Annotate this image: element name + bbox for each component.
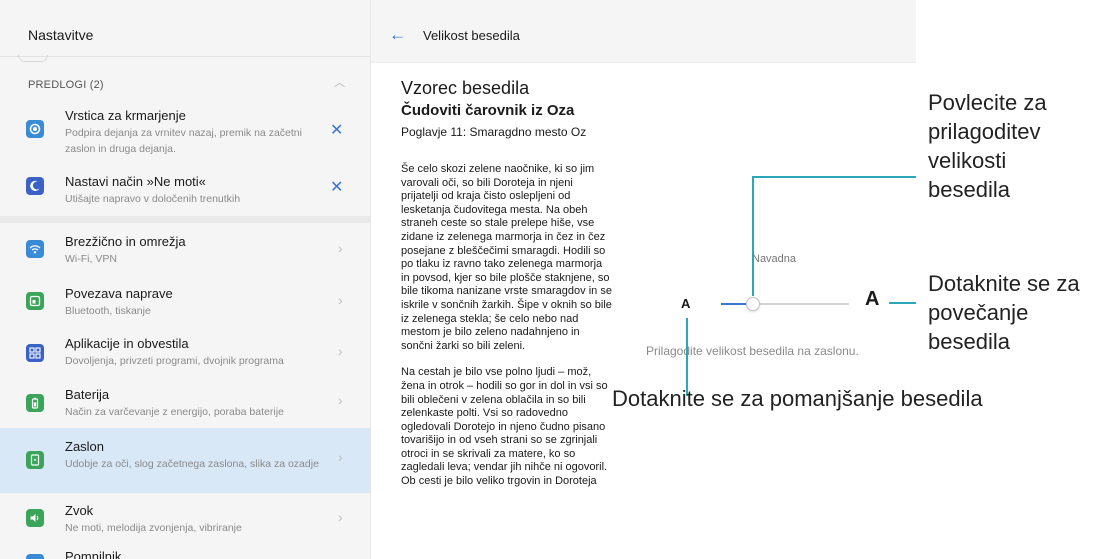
sample-book-title: Čudoviti čarovnik iz Oza [401,102,575,119]
slider-thumb[interactable] [746,297,760,311]
text-size-slider[interactable] [721,297,849,311]
suggestion-title: Nastavi način »Ne moti« [65,174,206,189]
device-connection-icon [26,292,44,310]
dismiss-close-icon[interactable]: ✕ [330,177,343,197]
chevron-right-icon: › [338,240,343,256]
suggestion-subtitle: Utišajte napravo v določenih trenutkih [65,193,241,205]
settings-item-subtitle: Način za varčevanje z energijo, poraba b… [65,406,284,418]
callout-line-drag-horizontal [752,176,916,178]
chevron-right-icon: › [338,509,343,525]
scrolled-item-edge [0,55,370,63]
callout-line-drag-vertical [752,176,754,296]
chevron-right-icon: › [338,392,343,408]
wifi-icon [26,240,44,258]
settings-item-subtitle: Wi-Fi, VPN [65,253,117,265]
settings-item-title: Povezava naprave [65,286,173,301]
sidebar-header: Nastavitve [0,0,370,60]
suggestion-navigation-bar[interactable]: Vrstica za krmarjenje Podpira dejanja za… [0,100,370,156]
settings-item-title: Pomnilnik [65,549,122,559]
suggestion-title: Vrstica za krmarjenje [65,108,186,123]
panel-header: ← Velikost besedila [371,0,916,63]
callout-increase: Dotaknite se za povečanje besedila [928,271,1080,354]
tablet-screen: Nastavitve PREDLOGI (2) ︿ Vrstica za krm… [0,0,916,559]
text-size-value-label: Navadna [752,253,797,265]
suggestion-subtitle: Podpira dejanja za vrnitev nazaj, premik… [65,127,302,155]
increase-text-size-button[interactable]: A [865,288,879,311]
settings-item-device-connection[interactable]: Povezava naprave Bluetooth, tiskanje › [0,276,370,328]
settings-item-sound[interactable]: Zvok Ne moti, melodija zvonjenja, vibrir… [0,495,370,545]
sample-paragraph: Na cestah je bilo vse polno ljudi – mož,… [401,366,608,488]
apps-icon [26,344,44,362]
chevron-right-icon: › [338,449,343,465]
settings-item-storage[interactable]: Pomnilnik [0,545,370,559]
search-bar-edge [18,55,48,62]
text-size-panel: ← Velikost besedila Vzorec besedila Čudo… [371,0,916,559]
sidebar-title: Nastavitve [28,27,94,43]
dismiss-close-icon[interactable]: ✕ [330,120,343,140]
settings-item-subtitle: Bluetooth, tiskanje [65,305,151,317]
callout-drag: Povlecite za prilagoditev velikosti bese… [928,90,1047,202]
settings-item-title: Zaslon [65,439,105,454]
sound-icon [26,509,44,527]
settings-sidebar: Nastavitve PREDLOGI (2) ︿ Vrstica za krm… [0,0,371,559]
settings-item-title: Brezžično in omrežja [65,234,186,249]
settings-item-title: Baterija [65,387,110,402]
settings-item-apps[interactable]: Aplikacije in obvestila Dovoljenja, priv… [0,328,370,380]
moon-icon [26,177,44,195]
settings-item-subtitle: Ne moti, melodija zvonjenja, vibriranje [65,522,242,534]
display-icon [26,451,44,469]
collapse-chevron-icon[interactable]: ︿ [334,74,345,90]
panel-title: Velikost besedila [423,28,520,43]
chevron-right-icon: › [338,292,343,308]
battery-icon [26,394,44,412]
decrease-text-size-button[interactable]: A [681,296,690,311]
settings-item-subtitle: Dovoljenja, privzeti programi, dvojnik p… [65,355,284,367]
navigation-bar-icon [26,120,44,138]
sample-body-text: Še celo skozi zelene naočnike, ki so jim… [401,163,613,502]
chevron-right-icon: › [338,343,343,359]
settings-item-title: Aplikacije in obvestila [65,336,189,351]
settings-item-title: Zvok [65,503,94,518]
sample-paragraph: Še celo skozi zelene naočnike, ki so jim… [401,163,612,352]
section-divider [0,216,370,223]
settings-item-display[interactable]: Zaslon Udobje za oči, slog začetnega zas… [0,428,370,493]
storage-icon [26,554,44,559]
settings-item-battery[interactable]: Baterija Način za varčevanje z energijo,… [0,380,370,430]
text-size-hint: Prilagodite velikost besedila na zaslonu… [646,344,859,358]
suggestion-do-not-disturb[interactable]: Nastavi način »Ne moti« Utišajte napravo… [0,165,370,213]
suggestions-section-label: PREDLOGI (2) [28,79,104,91]
back-arrow-icon[interactable]: ← [389,25,406,45]
callout-decrease: Dotaknite se za pomanjšanje besedila [612,386,983,411]
sample-chapter: Poglavje 11: Smaragdno mesto Oz [401,125,587,139]
settings-item-wireless[interactable]: Brezžično in omrežja Wi-Fi, VPN › [0,224,370,276]
sample-text-heading: Vzorec besedila [401,78,530,98]
settings-item-subtitle: Udobje za oči, slog začetnega zaslona, s… [65,458,319,470]
callout-line-increase [889,302,916,304]
